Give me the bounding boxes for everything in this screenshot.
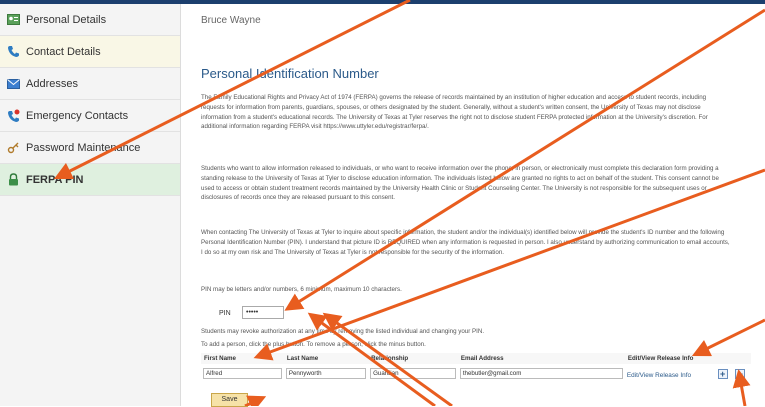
sidebar-item-personal-details[interactable]: Personal Details: [0, 4, 180, 36]
sidebar-item-password-maintenance[interactable]: Password Maintenance: [0, 132, 180, 164]
main-content: Bruce Wayne Personal Identification Numb…: [181, 4, 765, 407]
sidebar: Personal Details Contact Details Address…: [0, 4, 181, 406]
column-header-first-name: First Name: [201, 353, 284, 364]
release-table: First Name Last Name Relationship Email …: [201, 353, 751, 382]
sidebar-item-contact-details[interactable]: Contact Details: [0, 36, 180, 68]
remove-person-button[interactable]: −: [735, 369, 746, 379]
save-button[interactable]: Save: [211, 393, 248, 407]
column-header-email: Email Address: [457, 353, 625, 364]
ferpa-paragraph-1: The Family Educational Rights and Privac…: [201, 94, 708, 131]
lock-icon: [6, 173, 20, 187]
phone-alert-icon: [6, 109, 20, 123]
table-row: Alfred Pennyworth Guardian thebutler@gma…: [201, 364, 751, 382]
email-field[interactable]: thebutler@gmail.com: [459, 367, 623, 379]
person-card-icon: [6, 13, 20, 27]
sidebar-item-label: Personal Details: [26, 13, 107, 26]
pin-label: PIN: [219, 310, 231, 317]
column-header-relationship: Relationship: [368, 353, 458, 364]
pin-hint: PIN may be letters and/or numbers, 6 min…: [201, 286, 402, 293]
first-name-field[interactable]: Alfred: [203, 367, 282, 379]
user-name: Bruce Wayne: [201, 15, 261, 26]
column-header-release-info: Edit/View Release Info: [624, 353, 716, 364]
revoke-note: Students may revoke authorization at any…: [201, 328, 485, 335]
relationship-field[interactable]: Guardian: [370, 367, 456, 379]
sidebar-item-addresses[interactable]: Addresses: [0, 68, 180, 100]
sidebar-item-label: Contact Details: [26, 45, 101, 58]
sidebar-item-label: Emergency Contacts: [26, 109, 129, 122]
page-title: Personal Identification Number: [201, 66, 379, 81]
table-header-row: First Name Last Name Relationship Email …: [201, 353, 751, 364]
envelope-icon: [6, 77, 20, 91]
sidebar-item-label: FERPA PIN: [26, 173, 84, 186]
ferpa-paragraph-3: When contacting The University of Texas …: [201, 229, 730, 256]
sidebar-item-ferpa-pin[interactable]: FERPA PIN: [0, 164, 180, 196]
ferpa-paragraph-2: Students who want to allow information r…: [201, 165, 719, 202]
key-icon: [6, 141, 20, 155]
column-header-last-name: Last Name: [283, 353, 369, 364]
sidebar-item-label: Password Maintenance: [26, 141, 141, 154]
sidebar-item-emergency-contacts[interactable]: Emergency Contacts: [0, 100, 180, 132]
pin-input[interactable]: •••••: [242, 306, 284, 319]
sidebar-item-label: Addresses: [26, 77, 78, 90]
add-person-button[interactable]: +: [717, 369, 728, 379]
phone-icon: [6, 45, 20, 59]
add-remove-note: To add a person, click the plus button. …: [201, 341, 426, 348]
edit-view-release-info-link[interactable]: Edit/View Release Info: [627, 372, 691, 379]
last-name-field[interactable]: Pennyworth: [285, 367, 367, 379]
